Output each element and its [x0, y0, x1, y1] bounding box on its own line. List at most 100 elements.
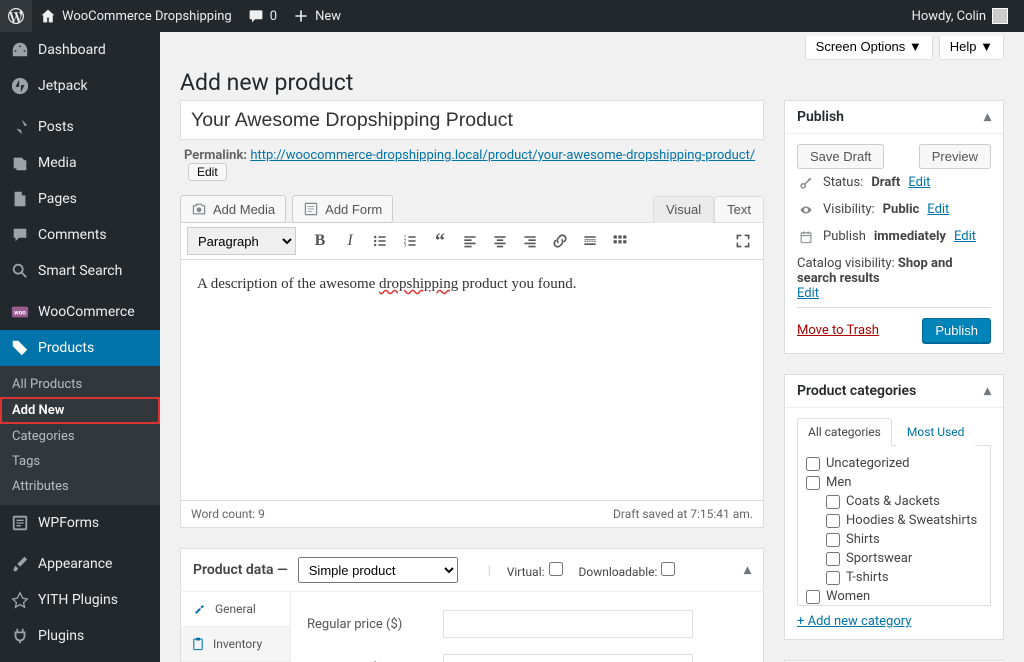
edit-publish-link[interactable]: Edit: [954, 229, 976, 244]
category-checkbox[interactable]: [826, 552, 840, 566]
move-to-trash-link[interactable]: Move to Trash: [797, 323, 879, 338]
format-select[interactable]: Paragraph: [187, 227, 296, 255]
new-content-link[interactable]: New: [285, 0, 349, 32]
edit-catalog-link[interactable]: Edit: [797, 286, 819, 301]
menu-products[interactable]: Products: [0, 330, 160, 366]
italic-button[interactable]: I: [336, 227, 364, 255]
tab-visual[interactable]: Visual: [653, 196, 714, 223]
menu-media[interactable]: Media: [0, 145, 160, 181]
category-list[interactable]: Uncategorized MenCoats & JacketsHoodies &…: [797, 446, 991, 606]
category-item[interactable]: Women: [806, 587, 982, 606]
help-button[interactable]: Help ▼: [939, 36, 1004, 60]
product-data-label: Product data —: [193, 562, 288, 578]
cat-tab-most-used[interactable]: Most Used: [896, 418, 976, 446]
menu-appearance[interactable]: Appearance: [0, 546, 160, 582]
menu-dashboard[interactable]: Dashboard: [0, 32, 160, 68]
add-form-button[interactable]: Add Form: [292, 195, 393, 223]
downloadable-checkbox-label[interactable]: Downloadable:: [579, 562, 676, 579]
menu-comments[interactable]: Comments: [0, 217, 160, 253]
submenu-add-new[interactable]: Add New: [0, 397, 160, 424]
category-item[interactable]: Shirts: [806, 530, 982, 549]
submenu-tags[interactable]: Tags: [0, 449, 160, 474]
submenu-all-products[interactable]: All Products: [0, 372, 160, 397]
link-button[interactable]: [546, 227, 574, 255]
comments-count: 0: [270, 9, 277, 24]
align-right-button[interactable]: [516, 227, 544, 255]
category-item[interactable]: Uncategorized: [806, 454, 982, 473]
menu-users[interactable]: Users: [0, 654, 160, 662]
align-center-button[interactable]: [486, 227, 514, 255]
products-submenu: All Products Add New Categories Tags Att…: [0, 366, 160, 505]
add-media-button[interactable]: Add Media: [180, 195, 286, 223]
bullet-list-button[interactable]: [366, 227, 394, 255]
comments-link[interactable]: 0: [240, 0, 285, 32]
insert-more-button[interactable]: [576, 227, 604, 255]
category-checkbox[interactable]: [826, 533, 840, 547]
search-icon: [10, 261, 30, 281]
preview-button[interactable]: Preview: [919, 144, 991, 169]
category-item[interactable]: Hoodies & Sweatshirts: [806, 511, 982, 530]
tab-text[interactable]: Text: [714, 196, 764, 223]
menu-woocommerce[interactable]: wooWooCommerce: [0, 294, 160, 330]
quote-button[interactable]: “: [426, 227, 454, 255]
product-title-input[interactable]: [180, 100, 764, 140]
permalink-row: Permalink: http://woocommerce-dropshippi…: [180, 140, 764, 195]
site-title-link[interactable]: WooCommerce Dropshipping: [32, 0, 240, 32]
pd-tab-inventory[interactable]: Inventory: [181, 627, 290, 662]
sale-price-input[interactable]: [443, 654, 693, 662]
pd-tab-general[interactable]: General: [181, 592, 290, 627]
category-checkbox[interactable]: [826, 571, 840, 585]
publish-toggle[interactable]: ▴: [984, 109, 991, 125]
edit-status-link[interactable]: Edit: [908, 175, 930, 190]
edit-visibility-link[interactable]: Edit: [927, 202, 949, 217]
category-checkbox[interactable]: [806, 476, 820, 490]
category-checkbox[interactable]: [826, 514, 840, 528]
submenu-attributes[interactable]: Attributes: [0, 474, 160, 499]
submenu-categories[interactable]: Categories: [0, 424, 160, 449]
publish-button[interactable]: Publish: [922, 318, 991, 343]
category-item[interactable]: Coats & Jackets: [806, 492, 982, 511]
category-label: Shirts: [846, 532, 880, 547]
categories-title: Product categories: [797, 383, 916, 399]
comment-icon: [10, 225, 30, 245]
category-item[interactable]: Men: [806, 473, 982, 492]
category-checkbox[interactable]: [806, 457, 820, 471]
save-draft-button[interactable]: Save Draft: [797, 144, 884, 169]
comment-icon: [248, 8, 264, 24]
menu-jetpack[interactable]: Jetpack: [0, 68, 160, 104]
wp-logo[interactable]: [0, 0, 32, 32]
menu-plugins[interactable]: Plugins: [0, 618, 160, 654]
align-left-button[interactable]: [456, 227, 484, 255]
add-category-link[interactable]: + Add new category: [797, 606, 991, 629]
categories-box: Product categories ▴ All categories Most …: [784, 374, 1004, 640]
number-list-button[interactable]: 123: [396, 227, 424, 255]
howdy-link[interactable]: Howdy, Colin: [904, 0, 1016, 32]
fullscreen-button[interactable]: [729, 227, 757, 255]
cat-tab-all[interactable]: All categories: [797, 418, 892, 446]
category-checkbox[interactable]: [826, 495, 840, 509]
regular-price-input[interactable]: [443, 610, 693, 638]
product-data-tabs: General Inventory Shipping: [181, 592, 291, 662]
menu-smart-search[interactable]: Smart Search: [0, 253, 160, 289]
editor-content[interactable]: A description of the awesome dropshippin…: [181, 260, 763, 500]
menu-posts[interactable]: Posts: [0, 109, 160, 145]
menu-yith[interactable]: YITH Plugins: [0, 582, 160, 618]
product-data-toggle[interactable]: ▴: [744, 562, 751, 578]
screen-options-button[interactable]: Screen Options ▼: [805, 36, 933, 60]
virtual-checkbox-label[interactable]: Virtual:: [507, 562, 563, 579]
downloadable-checkbox[interactable]: [661, 562, 675, 576]
edit-permalink-button[interactable]: Edit: [188, 163, 227, 181]
svg-text:woo: woo: [14, 309, 26, 317]
category-item[interactable]: T-shirts: [806, 568, 982, 587]
category-item[interactable]: Sportswear: [806, 549, 982, 568]
bold-button[interactable]: B: [306, 227, 334, 255]
virtual-checkbox[interactable]: [549, 562, 563, 576]
menu-pages[interactable]: Pages: [0, 181, 160, 217]
menu-wpforms[interactable]: WPForms: [0, 505, 160, 541]
toolbar-toggle-button[interactable]: [606, 227, 634, 255]
permalink-link[interactable]: http://woocommerce-dropshipping.local/pr…: [250, 148, 755, 163]
category-checkbox[interactable]: [806, 590, 820, 604]
product-type-select[interactable]: Simple product: [298, 557, 458, 583]
category-label: Uncategorized: [826, 456, 909, 471]
categories-toggle[interactable]: ▴: [984, 383, 991, 399]
